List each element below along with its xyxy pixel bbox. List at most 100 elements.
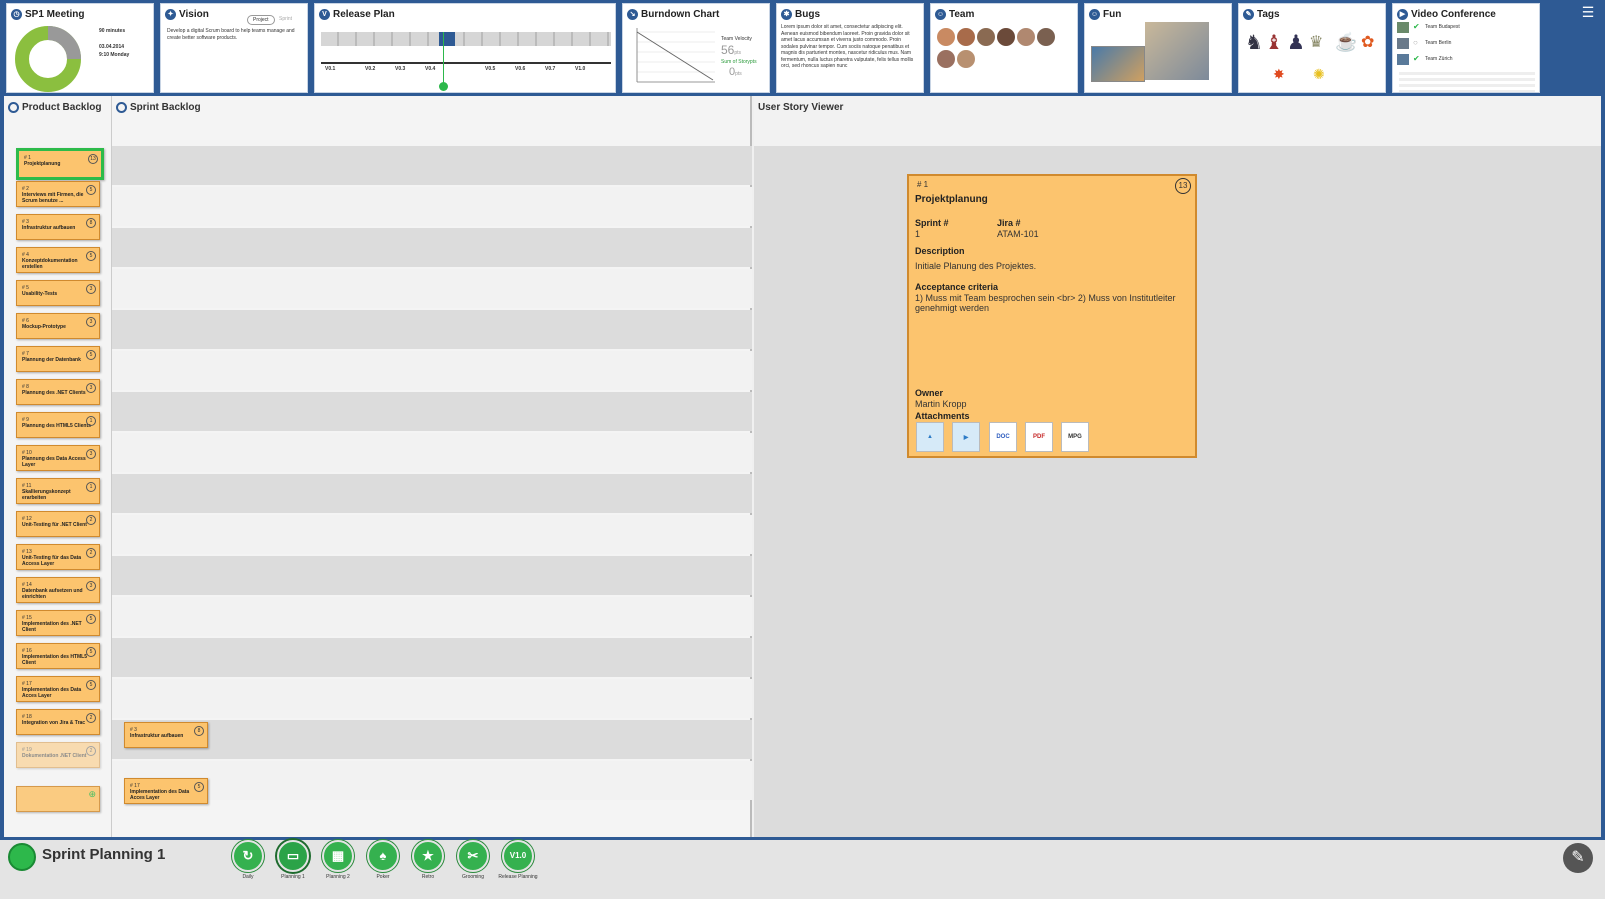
sprint-row[interactable] <box>112 638 752 677</box>
vision-widget[interactable]: ✦ Vision Project Sprint Develop a digital… <box>160 3 308 93</box>
mpg-attachment-icon[interactable]: MPG <box>1061 422 1089 452</box>
nav-release-planning[interactable]: V1.0 Release Planning <box>496 840 540 899</box>
wow-icon[interactable]: ✺ <box>1313 66 1325 83</box>
backlog-card[interactable]: # 12 Unit-Testing für .NET Client 2 <box>16 511 100 537</box>
nav-daily[interactable]: ↻ Daily <box>226 840 270 899</box>
sp1-meeting-widget[interactable]: ◷ SP1 Meeting 90 minutes 03.04.2014 9:10 … <box>6 3 154 93</box>
backlog-card[interactable]: # 2 Interviews mit Firmen, die Scrum benu… <box>16 181 100 207</box>
backlog-card[interactable]: # 4 Konzeptdokumentation erstellen 5 <box>16 247 100 273</box>
settings-wrench-icon[interactable]: ✎ <box>1563 843 1593 873</box>
sprint-row[interactable] <box>112 679 752 718</box>
backlog-card[interactable]: # 19 Dokumentation .NET Client 2 <box>16 742 100 768</box>
today-line <box>443 32 444 86</box>
telescope-icon: ✦ <box>165 9 176 20</box>
sprint-row[interactable] <box>112 515 752 554</box>
check-icon: ✔ <box>1413 54 1420 63</box>
sprint-row[interactable] <box>112 187 752 226</box>
acceptance-text[interactable]: 1) Muss mit Team besprochen sein <br> 2)… <box>915 293 1187 313</box>
fun-widget[interactable]: ☺ Fun <box>1084 3 1232 93</box>
sprint-row[interactable] <box>112 146 752 185</box>
pdf-attachment-icon[interactable]: PDF <box>1025 422 1053 452</box>
hero-icon[interactable]: ♟ <box>1287 30 1305 55</box>
sprint-card[interactable]: # 3 Infrastruktur aufbauen 8 <box>124 722 208 748</box>
avatar[interactable] <box>957 28 975 46</box>
mug-icon[interactable]: ☕ <box>1335 32 1357 53</box>
backlog-card[interactable]: # 17 Implementation des Data Acces Layer 5 <box>16 676 100 702</box>
team-widget[interactable]: ☺ Team <box>930 3 1078 93</box>
version-label: V0.2 <box>365 66 376 72</box>
sprint-row[interactable] <box>112 474 752 513</box>
cup-icon[interactable]: ♛ <box>1309 32 1323 52</box>
backlog-card[interactable]: # 6 Mockup-Prototype 3 <box>16 313 100 339</box>
tab-sprint[interactable]: Sprint <box>276 15 295 23</box>
backlog-card[interactable]: # 9 Plannung des HTML5 Clients 1 <box>16 412 100 438</box>
nav-planning-1[interactable]: ▭ Planning 1 <box>271 840 315 899</box>
sprint-row[interactable] <box>112 597 752 636</box>
nav-retro[interactable]: ★ Retro <box>406 840 450 899</box>
video-entry[interactable]: ○ Team Berlin <box>1397 38 1535 50</box>
sprint-row[interactable] <box>112 269 752 308</box>
backlog-card[interactable]: # 13 Unit-Testing für das Data Access Lay… <box>16 544 100 570</box>
sprint-row[interactable] <box>112 761 752 800</box>
nav-planning-2[interactable]: ▦ Planning 2 <box>316 840 360 899</box>
nav-poker[interactable]: ♠ Poker <box>361 840 405 899</box>
sprint-row[interactable] <box>112 556 752 595</box>
video-thumb <box>1397 38 1409 49</box>
flower-icon[interactable]: ✿ <box>1361 32 1374 52</box>
widget-title: Burndown Chart <box>641 9 720 20</box>
avatar[interactable] <box>977 28 995 46</box>
sprint-value[interactable]: 1 <box>915 229 920 239</box>
backlog-card[interactable]: # 11 Skallierungskonzept erarbeiten 1 <box>16 478 100 504</box>
story-detail-card[interactable]: # 1 13 Projektplanung Sprint # 1 Jira # … <box>907 174 1197 458</box>
menu-icon[interactable]: ☰ <box>1579 4 1597 20</box>
stars-icon: ★ <box>412 840 444 872</box>
hero-icon[interactable]: ♝ <box>1265 30 1283 55</box>
video-conference-widget[interactable]: ▶ Video Conference ✔ Team Budapest ○ Team… <box>1392 3 1540 93</box>
backlog-card[interactable]: # 18 Integration von Jira & Trac 2 <box>16 709 100 735</box>
image-attachment-icon[interactable]: ▲ <box>916 422 944 452</box>
backlog-card[interactable]: # 16 Implementation des HTML5 Client 5 <box>16 643 100 669</box>
backlog-card[interactable]: # 7 Plannung der Datenbank 5 <box>16 346 100 372</box>
owner-value[interactable]: Martin Kropp <box>915 399 967 409</box>
backlog-card[interactable]: # 14 Datenbank aufsetzen und einrichten 3 <box>16 577 100 603</box>
sprint-row[interactable] <box>112 228 752 267</box>
video-attachment-icon[interactable]: ▶ <box>952 422 980 452</box>
description-text[interactable]: Initiale Planung des Projektes. <box>915 261 1185 271</box>
avatar[interactable] <box>1017 28 1035 46</box>
backlog-card[interactable]: # 3 Infrastruktur aufbauen 8 <box>16 214 100 240</box>
version-label: V0.6 <box>515 66 526 72</box>
sprint-row[interactable] <box>112 433 752 472</box>
avatar[interactable] <box>1037 28 1055 46</box>
avatar[interactable] <box>937 50 955 68</box>
backlog-card[interactable]: # 8 Plannung des .NET Clients 3 <box>16 379 100 405</box>
avatar[interactable] <box>937 28 955 46</box>
backlog-card[interactable]: # 15 Implementation des .NET Client 5 <box>16 610 100 636</box>
release-plan-widget[interactable]: V Release Plan V0.1 V0.2 V0.3 V0.4 V0.5 V… <box>314 3 616 93</box>
burndown-widget[interactable]: ↘ Burndown Chart Team Velocity 56pts Sum … <box>622 3 770 93</box>
tags-widget[interactable]: ✎ Tags ♞ ♝ ♟ ♛ ☕ ✿ ✸ ✺ <box>1238 3 1386 93</box>
backlog-card[interactable]: # 5 Usability-Tests 3 <box>16 280 100 306</box>
jira-value[interactable]: ATAM-101 <box>997 229 1039 239</box>
nav-grooming[interactable]: ✂ Grooming <box>451 840 495 899</box>
card-title: Plannung der Datenbank <box>22 357 81 363</box>
add-story-button[interactable]: ⊕ <box>16 786 100 812</box>
nav-label: Planning 1 <box>281 874 305 880</box>
sprint-row[interactable] <box>112 392 752 431</box>
doc-attachment-icon[interactable]: DOC <box>989 422 1017 452</box>
avatar[interactable] <box>997 28 1015 46</box>
hero-icon[interactable]: ♞ <box>1245 30 1263 55</box>
avatar[interactable] <box>957 50 975 68</box>
card-title: Datenbank aufsetzen und einrichten <box>22 588 83 600</box>
sprint-row[interactable] <box>112 351 752 390</box>
attachment-label: PDF <box>1033 434 1045 440</box>
tab-project[interactable]: Project <box>247 15 275 25</box>
bang-icon[interactable]: ✸ <box>1273 66 1285 83</box>
video-entry[interactable]: ✔ Team Zürich <box>1397 54 1535 66</box>
video-entry[interactable]: ✔ Team Budapest <box>1397 22 1535 34</box>
backlog-card[interactable]: # 10 Plannung des Data Access Layer 3 <box>16 445 100 471</box>
backlog-card[interactable]: # 1 Projektplanung 13 <box>16 148 104 180</box>
sprint-card[interactable]: # 17 Implementation des Data Acces Layer… <box>124 778 208 804</box>
bugs-widget[interactable]: ✱ Bugs Lorem ipsum dolor sit amet, consec… <box>776 3 924 93</box>
sprint-row[interactable] <box>112 310 752 349</box>
sprint-row[interactable] <box>112 720 752 759</box>
